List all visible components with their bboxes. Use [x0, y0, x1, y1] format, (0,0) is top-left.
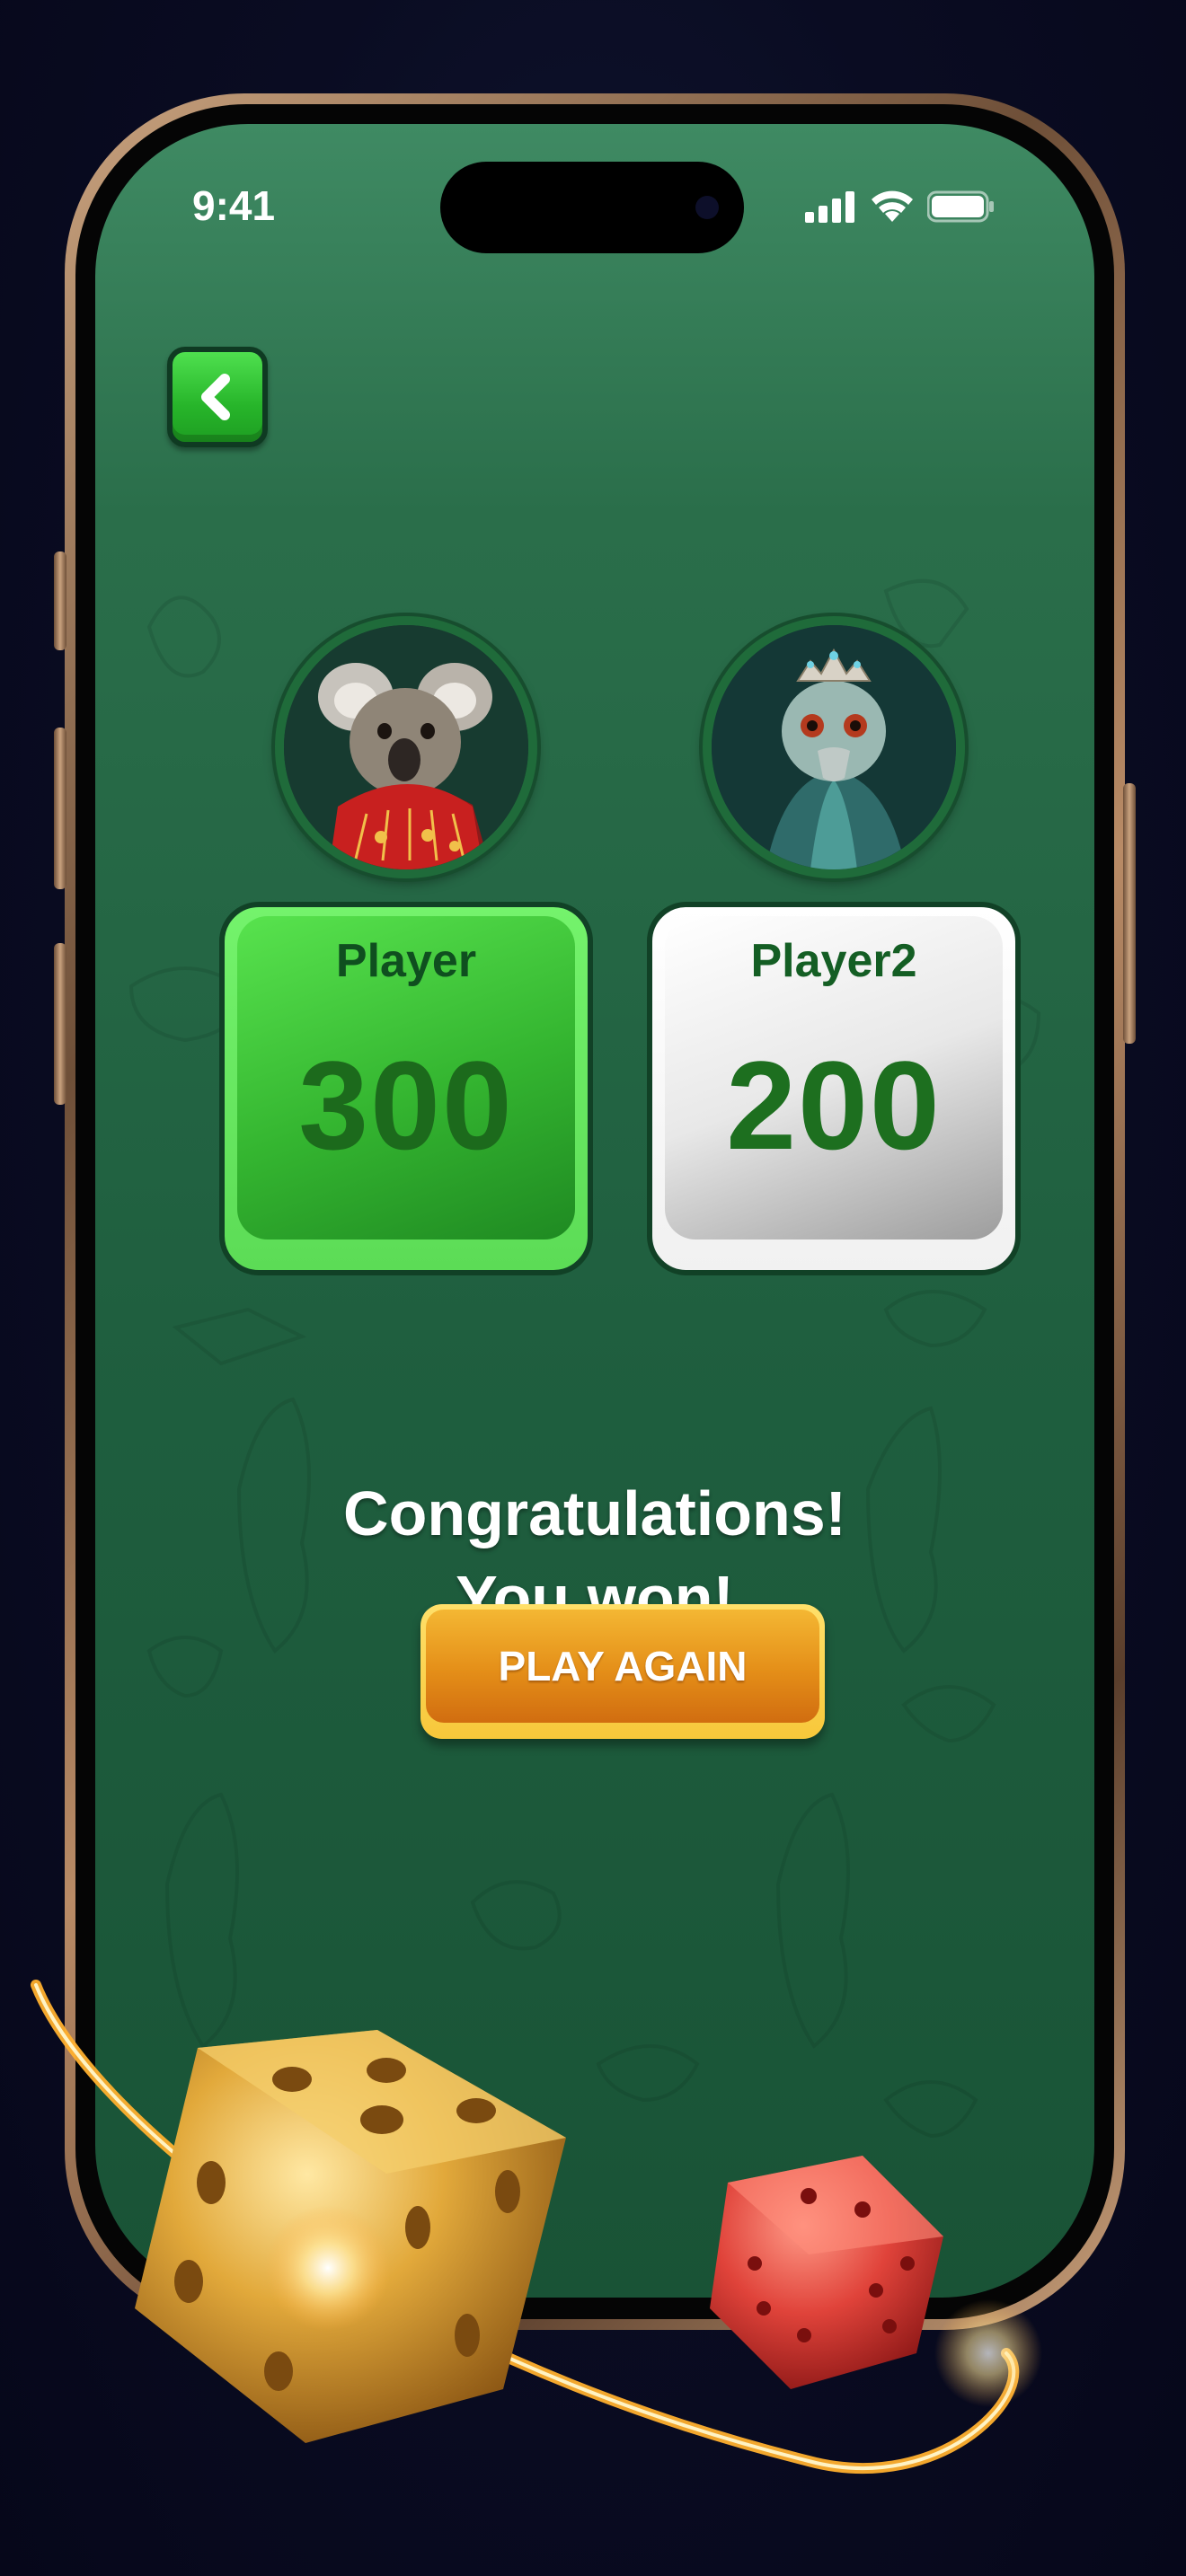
phone-side-button-right — [1123, 783, 1136, 1044]
player2-name: Player2 — [750, 935, 917, 987]
koala-avatar — [284, 625, 528, 869]
play-again-label: PLAY AGAIN — [498, 1643, 748, 1689]
player2-score-card: Player2 200 — [647, 902, 1021, 1275]
emu-avatar — [712, 625, 956, 869]
player1-score: 300 — [298, 1035, 514, 1176]
result-line-1: Congratulations! — [343, 1478, 846, 1548]
chevron-left-icon — [201, 374, 230, 420]
player2-avatar — [703, 616, 965, 878]
phone-side-button-left-3 — [54, 943, 66, 1105]
player1-name: Player — [335, 935, 477, 987]
play-again-button-face: PLAY AGAIN — [426, 1610, 819, 1723]
status-bar: 9:41 — [95, 124, 1094, 253]
phone-side-button-left-2 — [54, 728, 66, 889]
front-camera — [695, 196, 719, 219]
game-screen: 9:41 Player 300 Player2 200 Congratulati… — [95, 124, 1094, 2298]
back-button[interactable] — [167, 347, 268, 447]
signal-icon — [805, 191, 854, 223]
phone-side-button-left-1 — [54, 551, 66, 650]
battery-icon — [927, 190, 994, 223]
status-icons — [805, 189, 996, 225]
play-again-button[interactable]: PLAY AGAIN — [420, 1604, 825, 1739]
status-time: 9:41 — [192, 182, 276, 229]
player1-score-card: Player 300 — [219, 902, 593, 1275]
player1-avatar — [275, 616, 537, 878]
player2-score: 200 — [726, 1035, 942, 1176]
dynamic-island — [440, 162, 744, 253]
wifi-icon — [872, 190, 913, 222]
